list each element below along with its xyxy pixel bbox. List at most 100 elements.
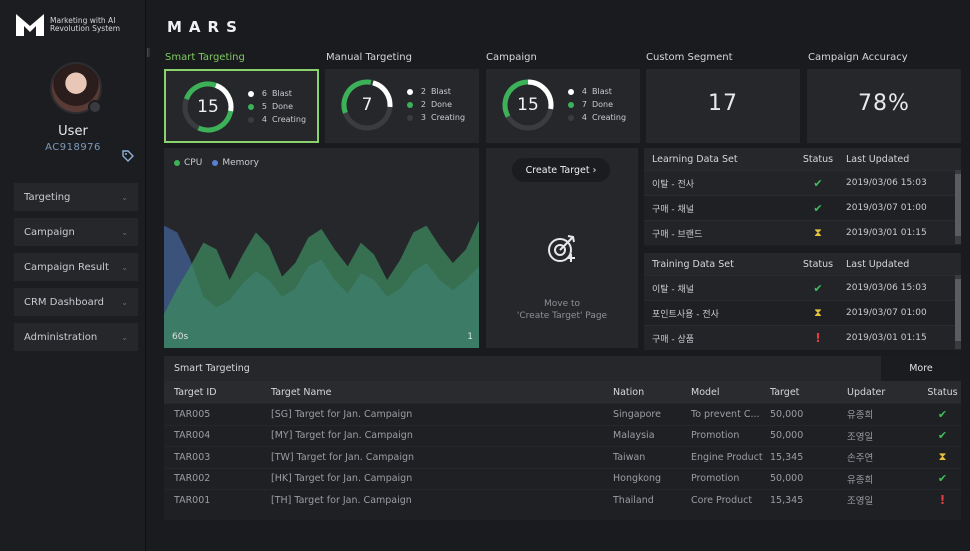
col-status[interactable]: Status bbox=[924, 387, 961, 398]
create-target-panel: Create Target › Move to 'Create Target' … bbox=[486, 148, 638, 348]
sidebar-item-crm-dashboard[interactable]: CRM Dashboard ⌄ bbox=[14, 288, 138, 316]
table-title: Smart Targeting bbox=[174, 363, 250, 374]
data-set-name: 이탈 - 전사 bbox=[652, 179, 695, 190]
legend-count: 7 bbox=[581, 100, 587, 109]
model: Engine Product bbox=[691, 451, 763, 463]
sidebar-item-campaign-result[interactable]: Campaign Result ⌄ bbox=[14, 253, 138, 281]
table-row[interactable]: 구매 - 채널 ✔ 2019/03/07 01:00 bbox=[644, 195, 961, 220]
kpi-label-custom-segment: Custom Segment bbox=[646, 52, 733, 63]
kpi-card-campaign-accuracy[interactable]: 78% bbox=[807, 69, 961, 143]
target-id: TAR001 bbox=[174, 494, 211, 506]
model: Promotion bbox=[691, 430, 740, 442]
tag-icon[interactable] bbox=[122, 150, 134, 162]
sidebar-item-targeting[interactable]: Targeting ⌄ bbox=[14, 183, 138, 211]
legend-label: Blast bbox=[592, 87, 612, 96]
nation: Taiwan bbox=[613, 451, 646, 463]
model: Core Product bbox=[691, 494, 753, 506]
kpi-card-manual-targeting[interactable]: 7 2 Blast 2 Done 3 Creating bbox=[325, 69, 479, 143]
col-updater[interactable]: Updater bbox=[847, 387, 924, 398]
create-target-button[interactable]: Create Target › bbox=[512, 158, 610, 182]
col-target-name[interactable]: Target Name bbox=[271, 387, 613, 398]
chart-legend: CPU Memory bbox=[174, 158, 259, 168]
kpi-total: 7 bbox=[361, 95, 373, 115]
model: To prevent C... bbox=[691, 408, 760, 420]
kpi-card-smart-targeting[interactable]: 15 6 Blast 5 Done 4 Creating bbox=[164, 69, 319, 143]
target-name[interactable]: [TW] Target for Jan. Campaign bbox=[271, 452, 613, 463]
target-icon[interactable] bbox=[546, 232, 578, 264]
table-row[interactable]: 포인트사용 - 전사 ⧗ 2019/03/07 01:00 bbox=[644, 300, 961, 325]
chart-time-window: 60s bbox=[172, 332, 189, 342]
nation: Malaysia bbox=[613, 430, 655, 442]
avatar-settings-icon[interactable] bbox=[88, 100, 102, 114]
target-count: 50,000 bbox=[770, 408, 804, 420]
logo[interactable]: Marketing with AI Revolution System bbox=[16, 14, 120, 36]
col-target-id[interactable]: Target ID bbox=[164, 387, 271, 398]
table-row[interactable]: 이탈 - 전사 ✔ 2019/03/06 15:03 bbox=[644, 170, 961, 195]
custom-segment-value: 17 bbox=[708, 91, 738, 116]
chevron-down-icon: ⌄ bbox=[121, 262, 128, 272]
col-nation[interactable]: Nation bbox=[613, 387, 691, 398]
table-row[interactable]: TAR002 [HK] Target for Jan. Campaign Hongk… bbox=[164, 467, 961, 490]
updater: 조영일 bbox=[847, 431, 874, 443]
legend-count: 4 bbox=[261, 115, 267, 124]
kpi-total: 15 bbox=[517, 95, 539, 115]
area-series-cpu bbox=[164, 220, 479, 348]
scrollbar[interactable] bbox=[955, 275, 961, 349]
training-rows: 이탈 - 채널 ✔ 2019/03/06 15:03 포인트사용 - 전사 ⧗ 2019/… bbox=[644, 275, 961, 350]
model: Promotion bbox=[691, 473, 740, 485]
scrollbar-thumb[interactable] bbox=[955, 279, 961, 341]
learning-rows: 이탈 - 전사 ✔ 2019/03/06 15:03 구매 - 채널 ✔ 2019/03/… bbox=[644, 170, 961, 245]
target-id: TAR004 bbox=[174, 430, 211, 442]
col-learning-data-set: Learning Data Set bbox=[652, 153, 738, 165]
sidebar-collapse-handle[interactable]: ‖ bbox=[146, 48, 152, 62]
target-name[interactable]: [MY] Target for Jan. Campaign bbox=[271, 430, 613, 441]
caption-line-2: 'Create Target' Page bbox=[516, 311, 608, 321]
table-row[interactable]: 구매 - 브랜드 ⧗ 2019/03/01 01:15 bbox=[644, 220, 961, 245]
kpi-label-manual-targeting: Manual Targeting bbox=[326, 52, 412, 63]
logo-line-2: Revolution System bbox=[50, 24, 121, 33]
kpi-card-campaign[interactable]: 15 4 Blast 7 Done 4 Creating bbox=[486, 69, 640, 143]
target-rows: TAR005 [SG] Target for Jan. Campaign Singa… bbox=[164, 403, 961, 511]
scrollbar[interactable] bbox=[955, 170, 961, 244]
table-title-bar: Smart Targeting More bbox=[164, 356, 961, 381]
last-updated: 2019/03/01 01:15 bbox=[846, 333, 927, 343]
status-alert-icon: ! bbox=[815, 331, 821, 345]
legend-count: 5 bbox=[261, 102, 267, 111]
smart-targeting-table: Smart Targeting More Target ID Target Na… bbox=[164, 356, 961, 520]
target-name[interactable]: [SG] Target for Jan. Campaign bbox=[271, 409, 613, 420]
updater: 유종희 bbox=[847, 474, 874, 486]
avatar[interactable] bbox=[50, 62, 102, 114]
legend-label: Done bbox=[431, 100, 453, 109]
kpi-card-custom-segment[interactable]: 17 bbox=[646, 69, 800, 143]
last-updated: 2019/03/07 01:00 bbox=[846, 203, 927, 213]
campaign-accuracy-value: 78% bbox=[858, 91, 910, 116]
sidebar-item-administration[interactable]: Administration ⌄ bbox=[14, 323, 138, 351]
status-cell: ✔ bbox=[924, 472, 961, 485]
legend-count: 2 bbox=[420, 87, 426, 96]
target-name[interactable]: [TH] Target for Jan. Campaign bbox=[271, 495, 613, 506]
col-model[interactable]: Model bbox=[691, 387, 770, 398]
data-set-name: 구매 - 채널 bbox=[652, 204, 695, 215]
sidebar: Marketing with AI Revolution System User… bbox=[0, 0, 146, 551]
user-name: User bbox=[58, 124, 88, 139]
table-row[interactable]: 이탈 - 채널 ✔ 2019/03/06 15:03 bbox=[644, 275, 961, 300]
status-cell: ⧗ bbox=[924, 450, 961, 464]
col-target[interactable]: Target bbox=[770, 387, 847, 398]
table-row[interactable]: TAR004 [MY] Target for Jan. Campaign Malay… bbox=[164, 424, 961, 447]
status-cell: ✔ bbox=[796, 177, 840, 190]
scrollbar-thumb[interactable] bbox=[955, 174, 961, 236]
table-row[interactable]: TAR001 [TH] Target for Jan. Campaign Thail… bbox=[164, 489, 961, 511]
sidebar-item-campaign[interactable]: Campaign ⌄ bbox=[14, 218, 138, 246]
table-row[interactable]: TAR005 [SG] Target for Jan. Campaign Singa… bbox=[164, 403, 961, 425]
table-row[interactable]: TAR003 [TW] Target for Jan. Campaign Taiwa… bbox=[164, 446, 961, 468]
kpi-label-campaign: Campaign bbox=[486, 52, 537, 63]
app-title: MARS bbox=[167, 18, 244, 36]
target-id: TAR002 bbox=[174, 473, 211, 485]
legend-label: Creating bbox=[431, 113, 466, 122]
more-button[interactable]: More bbox=[881, 356, 961, 381]
status-check-icon: ✔ bbox=[813, 201, 823, 215]
target-name[interactable]: [HK] Target for Jan. Campaign bbox=[271, 473, 613, 484]
table-header: Training Data Set Status Last Updated bbox=[644, 253, 961, 275]
table-row[interactable]: 구매 - 상품! 2019/03/01 01:15 bbox=[644, 325, 961, 350]
status-alert-icon: ! bbox=[939, 493, 946, 508]
